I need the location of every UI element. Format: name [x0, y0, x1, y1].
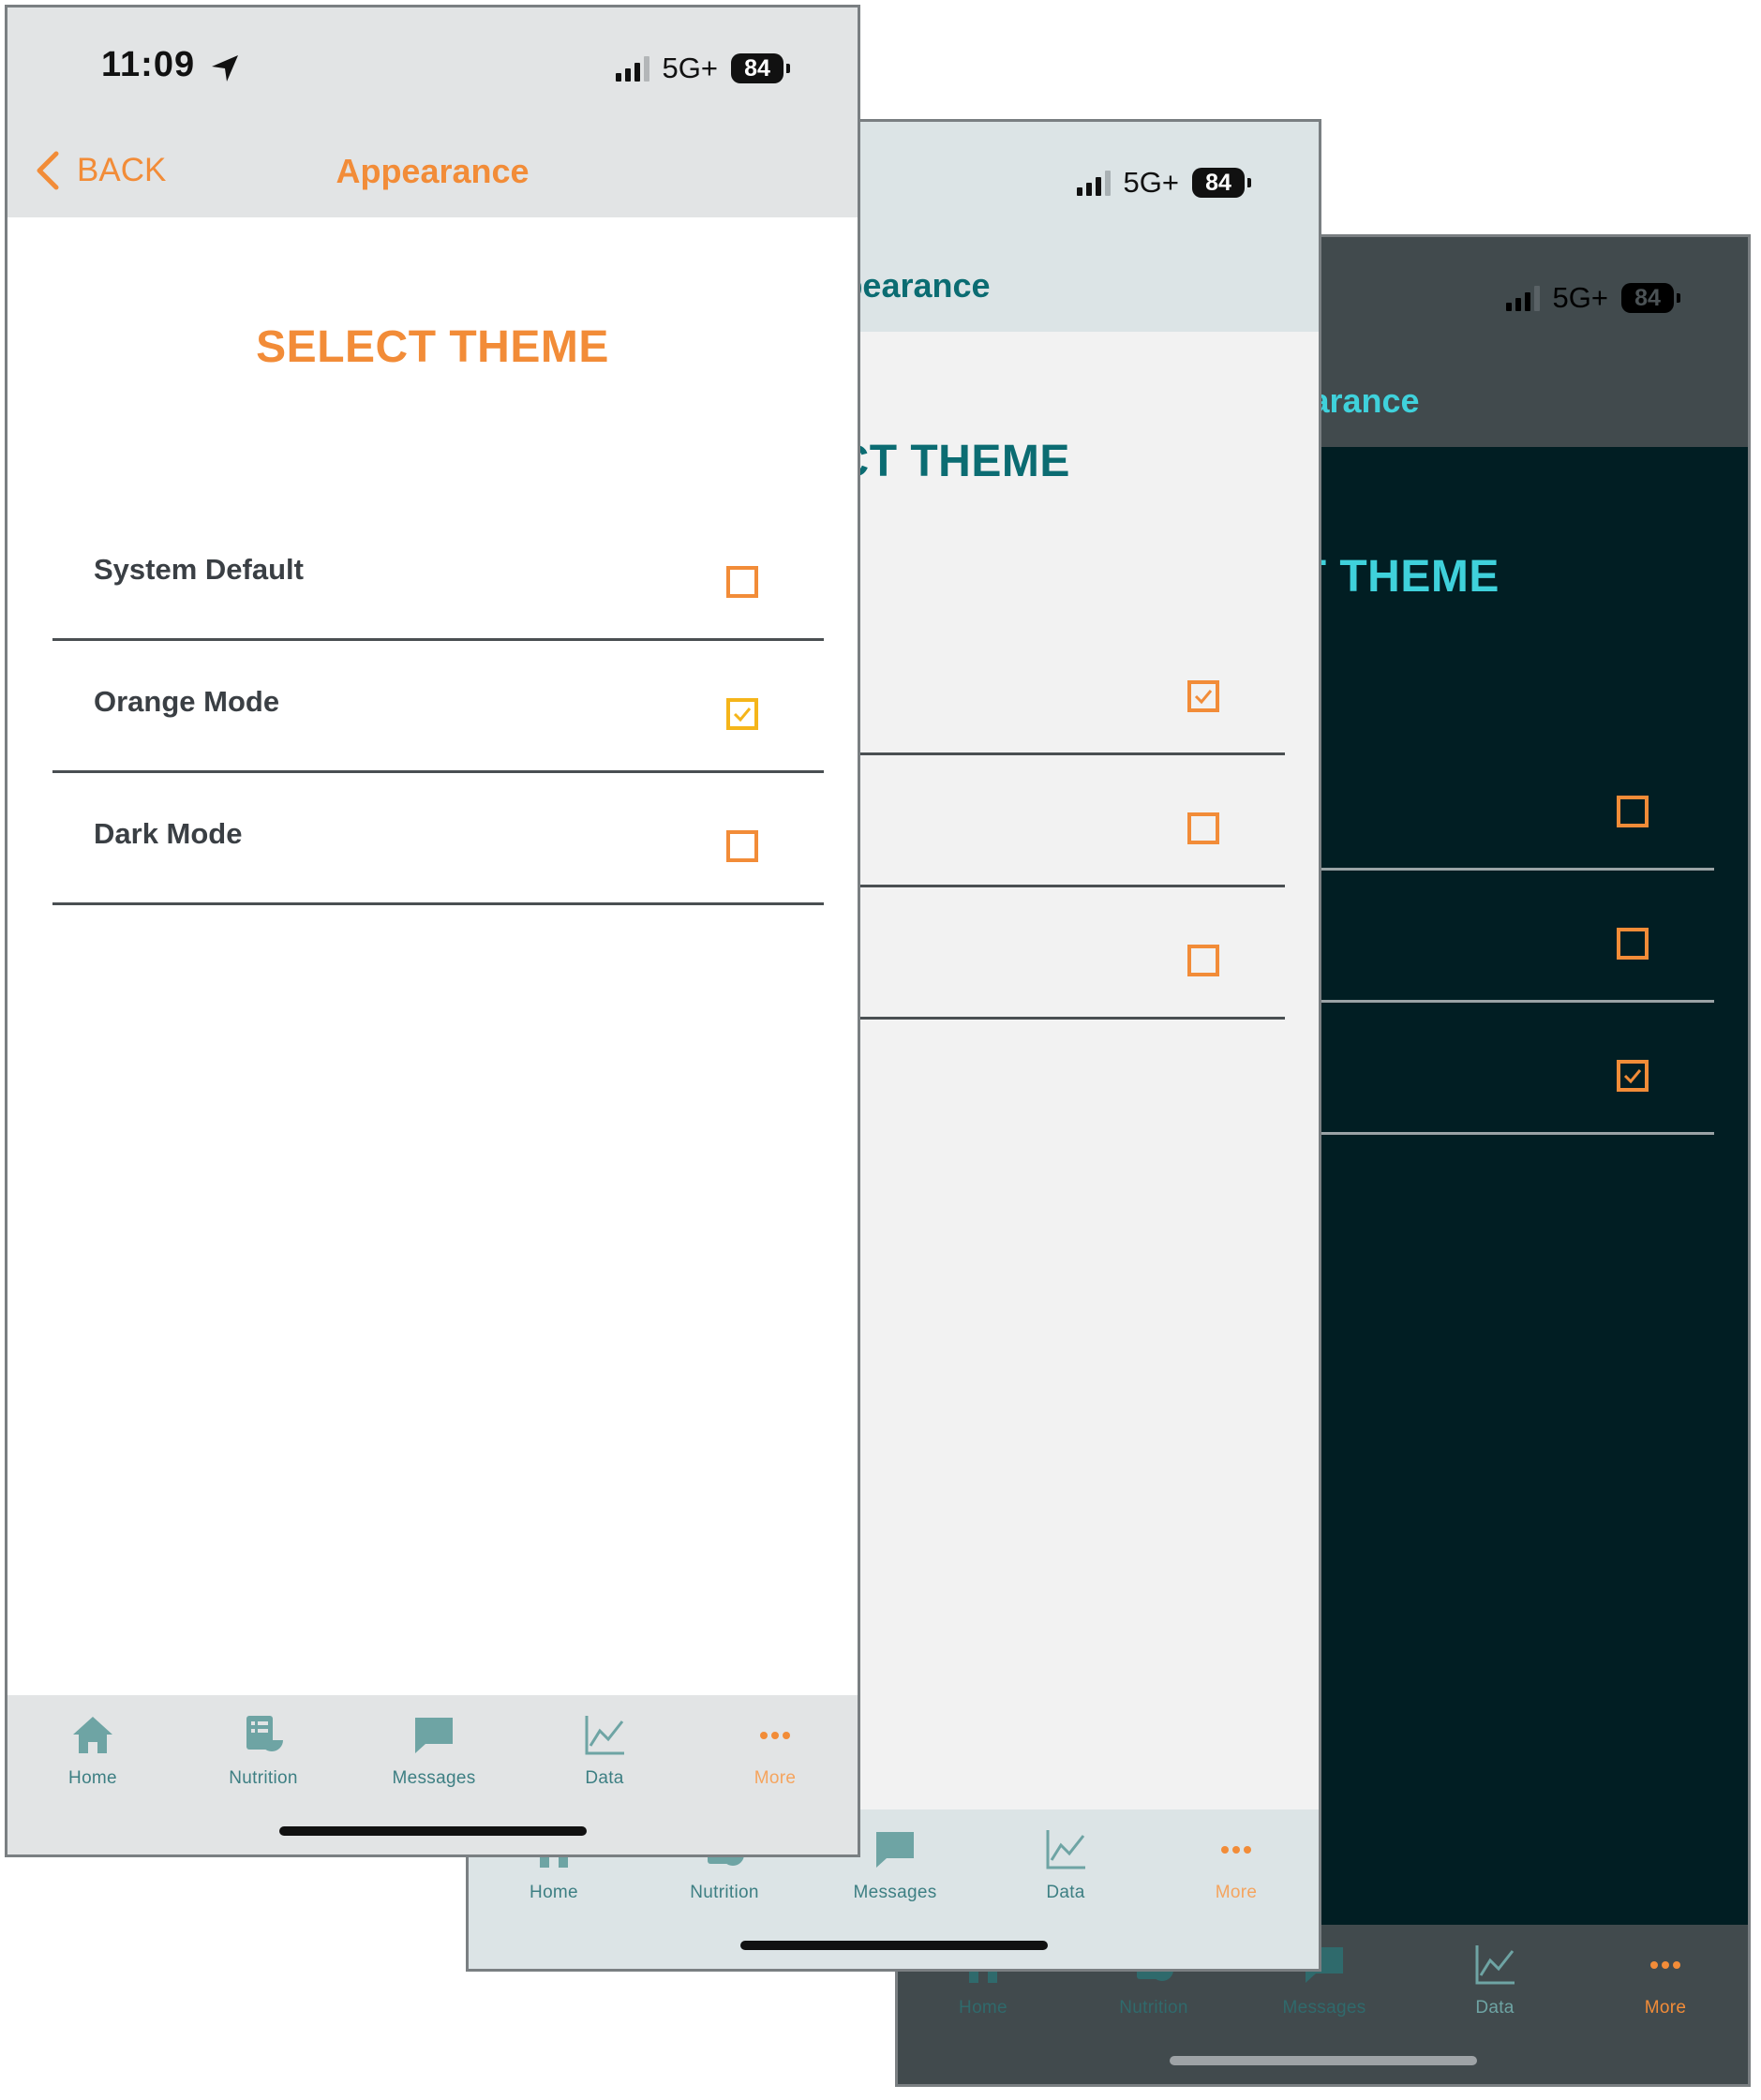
battery-level: 84	[1192, 168, 1245, 198]
data-chart-icon	[585, 1716, 624, 1755]
tab-label: Messages	[853, 1883, 937, 1902]
network-label: 5G+	[662, 52, 718, 84]
theme-option-label: System Default	[94, 553, 304, 586]
tab-more[interactable]: More	[690, 1712, 858, 1789]
checkbox-checked[interactable]	[1187, 680, 1219, 712]
status-time: 11:09	[101, 45, 196, 84]
battery-icon: 84	[731, 53, 790, 83]
tab-label: Data	[1046, 1883, 1085, 1902]
tab-data[interactable]: Data	[519, 1712, 690, 1789]
checkbox-unchecked[interactable]	[1187, 945, 1219, 976]
checkmark-icon	[1194, 690, 1213, 705]
checkmark-icon	[733, 707, 752, 722]
tab-label: Nutrition	[1119, 1998, 1188, 2018]
nutrition-icon	[246, 1716, 283, 1751]
tab-label: Home	[959, 1998, 1007, 2018]
tab-messages[interactable]: Messages	[349, 1712, 519, 1789]
signal-icon	[615, 55, 649, 82]
status-indicators: 5G+ 84	[615, 52, 790, 84]
status-indicators: 5G+ 84	[1505, 281, 1680, 314]
network-label: 5G+	[1552, 281, 1608, 314]
home-indicator	[1169, 2056, 1477, 2065]
tab-label: Messages	[392, 1768, 476, 1788]
battery-level: 84	[1621, 283, 1674, 313]
tab-label: Data	[1475, 1998, 1515, 2018]
tab-label: Nutrition	[229, 1768, 298, 1788]
more-icon	[1650, 1961, 1680, 1969]
checkbox-checked[interactable]	[726, 698, 758, 730]
tab-more[interactable]: More	[1151, 1826, 1319, 1903]
checkbox-checked[interactable]	[1617, 1060, 1649, 1092]
theme-option-dark-mode[interactable]: Dark Mode	[52, 773, 824, 905]
theme-option-orange-mode[interactable]: Orange Mode	[52, 641, 824, 773]
tab-label: Home	[530, 1883, 578, 1902]
checkbox-unchecked[interactable]	[1617, 796, 1649, 827]
home-indicator	[739, 1941, 1048, 1950]
tab-label: Messages	[1282, 1998, 1366, 2018]
phone-orange-mode: 11:09 5G+ 84 BACK Appearance SELECT THEM…	[5, 5, 860, 1857]
checkbox-unchecked[interactable]	[1617, 928, 1649, 960]
battery-icon: 84	[1621, 283, 1680, 313]
more-icon	[1221, 1846, 1251, 1854]
page-title: Appearance	[336, 152, 530, 190]
status-bar: 11:09 5G+ 84	[7, 7, 858, 120]
tab-data[interactable]: Data	[1410, 1942, 1580, 2018]
theme-option-list: System Default Orange Mode Dark Mode	[52, 509, 824, 905]
tab-label: Home	[68, 1768, 117, 1788]
signal-icon	[1076, 170, 1111, 196]
messages-icon	[876, 1832, 914, 1868]
battery-level: 84	[731, 53, 783, 83]
data-chart-icon	[1046, 1830, 1085, 1869]
more-icon	[760, 1732, 790, 1739]
tab-nutrition[interactable]: Nutrition	[178, 1712, 349, 1789]
network-label: 5G+	[1123, 166, 1179, 199]
theme-option-label: Orange Mode	[94, 685, 280, 718]
home-icon	[73, 1717, 112, 1753]
section-title: SELECT THEME	[256, 322, 609, 372]
messages-icon	[415, 1718, 453, 1753]
checkbox-unchecked[interactable]	[726, 830, 758, 862]
home-indicator	[278, 1826, 587, 1836]
tab-more[interactable]: More	[1580, 1942, 1748, 2018]
tab-home[interactable]: Home	[7, 1712, 178, 1789]
status-indicators: 5G+ 84	[1076, 166, 1251, 199]
signal-icon	[1505, 285, 1540, 311]
tab-bar: Home Nutrition Messages Data More	[7, 1695, 858, 1854]
tab-label: Data	[585, 1768, 624, 1788]
tab-label: More	[1215, 1883, 1258, 1902]
tab-label: More	[1644, 1998, 1687, 2018]
theme-option-label: Dark Mode	[94, 817, 243, 850]
theme-option-system-default[interactable]: System Default	[52, 509, 824, 641]
checkbox-unchecked[interactable]	[726, 566, 758, 598]
data-chart-icon	[1475, 1945, 1515, 1985]
nav-bar: BACK Appearance	[7, 120, 858, 217]
tab-label: More	[754, 1768, 797, 1788]
tab-data[interactable]: Data	[980, 1826, 1151, 1903]
tab-label: Nutrition	[690, 1883, 759, 1902]
location-arrow-icon	[212, 55, 238, 82]
checkmark-icon	[1623, 1069, 1642, 1084]
checkbox-unchecked[interactable]	[1187, 812, 1219, 844]
battery-icon: 84	[1192, 168, 1251, 198]
